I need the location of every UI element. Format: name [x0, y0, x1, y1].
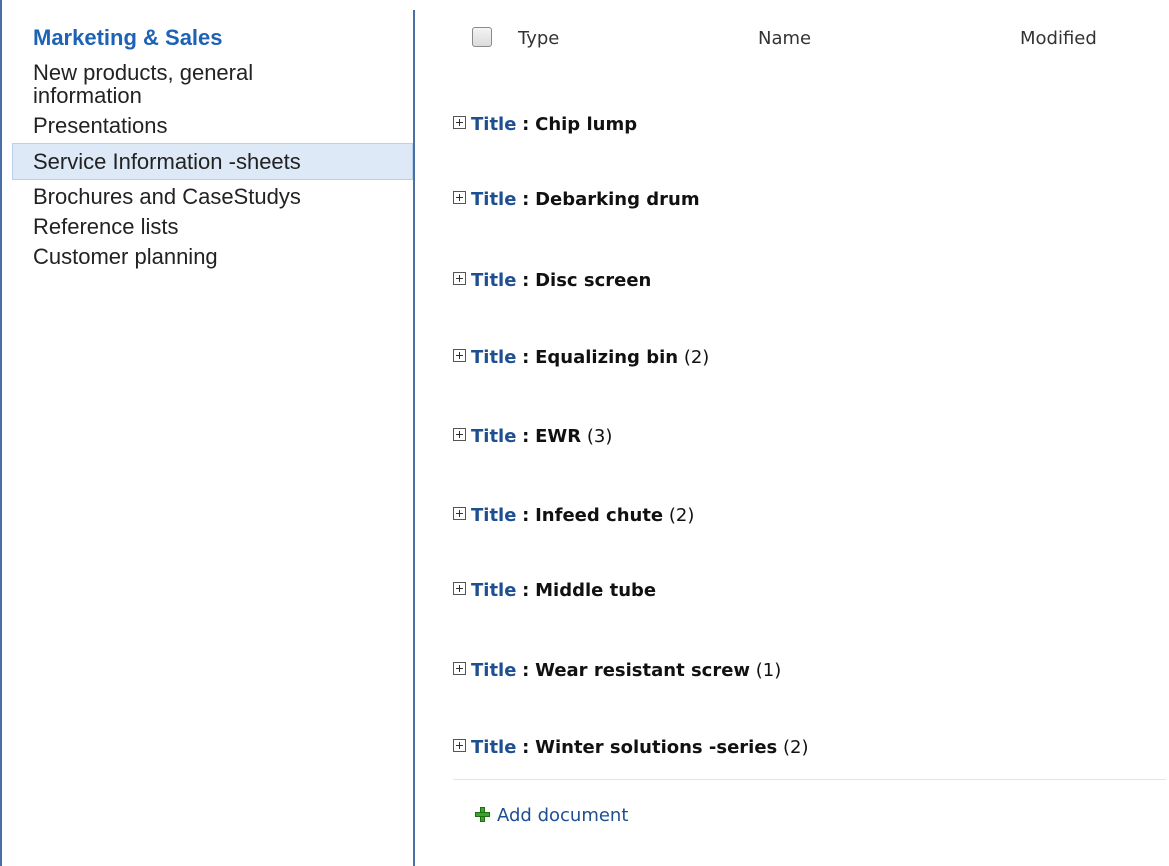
- column-header-name[interactable]: Name: [758, 28, 811, 49]
- nav-item-service-information[interactable]: Service Information -sheets: [12, 143, 413, 180]
- expand-icon[interactable]: [453, 116, 466, 129]
- column-header-modified[interactable]: Modified: [1020, 28, 1097, 49]
- group-field-label: Title: [471, 270, 517, 291]
- expand-icon[interactable]: [453, 428, 466, 441]
- group-separator: :: [522, 580, 530, 601]
- select-all-checkbox[interactable]: [472, 27, 492, 47]
- group-value: Disc screen: [535, 270, 652, 291]
- nav-item-presentations[interactable]: Presentations: [12, 107, 413, 145]
- column-header-type[interactable]: Type: [518, 28, 559, 49]
- group-row[interactable]: Title : Infeed chute (2): [453, 505, 694, 529]
- group-count: (2): [668, 505, 695, 526]
- expand-icon[interactable]: [453, 662, 466, 675]
- group-count: (3): [586, 426, 613, 447]
- group-value: Winter solutions -series: [535, 737, 778, 758]
- group-value: Middle tube: [535, 580, 657, 601]
- group-field-label: Title: [471, 505, 517, 526]
- add-plus-icon: [474, 806, 491, 823]
- group-row[interactable]: Title : Middle tube: [453, 580, 656, 604]
- group-value: Infeed chute: [535, 505, 664, 526]
- expand-icon[interactable]: [453, 349, 466, 362]
- group-field-label: Title: [471, 580, 517, 601]
- group-value: EWR: [535, 426, 582, 447]
- group-value: Wear resistant screw: [535, 660, 751, 681]
- group-value: Debarking drum: [535, 189, 700, 210]
- group-separator: :: [522, 426, 530, 447]
- group-count: (2): [683, 347, 710, 368]
- group-row[interactable]: Title : Debarking drum: [453, 189, 700, 213]
- group-separator: :: [522, 270, 530, 291]
- expand-icon[interactable]: [453, 739, 466, 752]
- group-value: Chip lump: [535, 114, 638, 135]
- add-document-link[interactable]: Add document: [474, 805, 628, 826]
- group-separator: :: [522, 660, 530, 681]
- expand-icon[interactable]: [453, 507, 466, 520]
- panel-divider: [413, 10, 415, 866]
- group-row[interactable]: Title : Equalizing bin (2): [453, 347, 709, 371]
- group-field-label: Title: [471, 426, 517, 447]
- list-header: Type Name Modified: [472, 26, 1152, 52]
- group-field-label: Title: [471, 189, 517, 210]
- group-row[interactable]: Title : Disc screen: [453, 270, 651, 294]
- group-separator: :: [522, 189, 530, 210]
- group-field-label: Title: [471, 114, 517, 135]
- left-border: [0, 0, 2, 866]
- group-row[interactable]: Title : Chip lump: [453, 114, 637, 138]
- quick-launch-nav: Marketing & Sales New products, general …: [12, 24, 413, 268]
- group-row[interactable]: Title : Winter solutions -series (2): [453, 737, 809, 761]
- expand-icon[interactable]: [453, 272, 466, 285]
- page: Marketing & Sales New products, general …: [0, 0, 1169, 866]
- add-document-label: Add document: [497, 805, 629, 826]
- group-separator: :: [522, 347, 530, 368]
- group-count: (2): [783, 737, 809, 758]
- group-field-label: Title: [471, 660, 517, 681]
- expand-icon[interactable]: [453, 582, 466, 595]
- group-field-label: Title: [471, 347, 517, 368]
- group-value: Equalizing bin: [535, 347, 679, 368]
- group-field-label: Title: [471, 737, 517, 758]
- list-footer-divider: [453, 779, 1166, 780]
- group-count: (1): [755, 660, 782, 681]
- group-separator: :: [522, 114, 530, 135]
- group-row[interactable]: Title : EWR (3): [453, 426, 612, 450]
- expand-icon[interactable]: [453, 191, 466, 204]
- group-row[interactable]: Title : Wear resistant screw (1): [453, 660, 781, 684]
- group-separator: :: [522, 737, 530, 758]
- nav-item-new-products[interactable]: New products, general information: [12, 51, 413, 115]
- group-separator: :: [522, 505, 530, 526]
- nav-item-customer-planning[interactable]: Customer planning: [12, 238, 413, 276]
- nav-heading[interactable]: Marketing & Sales: [12, 24, 413, 51]
